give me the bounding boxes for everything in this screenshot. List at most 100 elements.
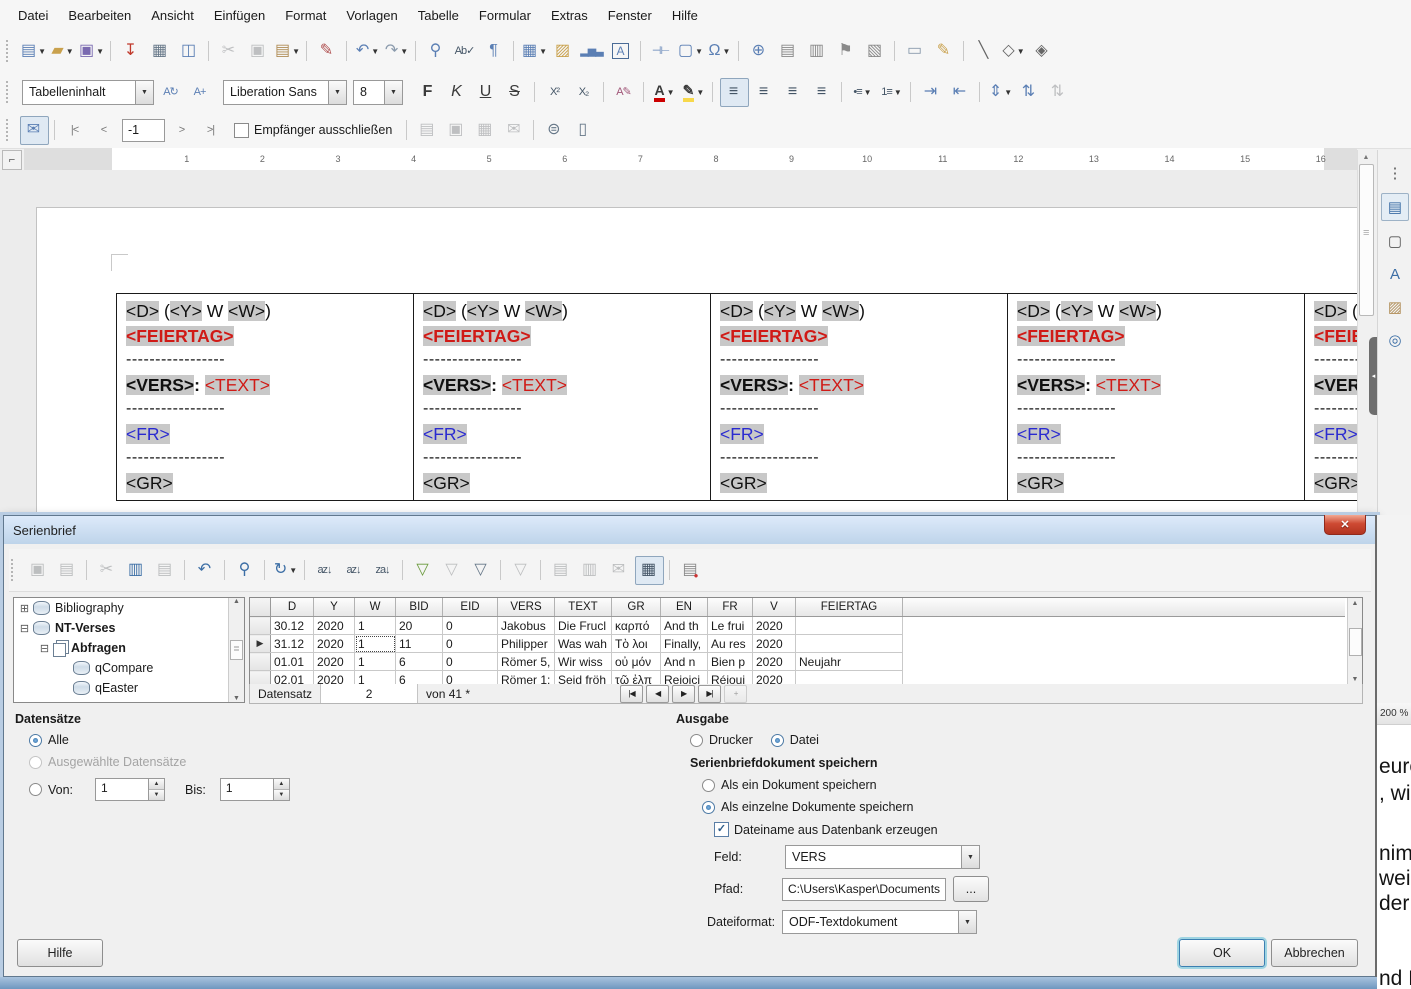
- grid-cell[interactable]: 2020: [753, 653, 796, 671]
- numbered-list-button[interactable]: 1≡ ▼: [878, 79, 905, 106]
- cut-icon[interactable]: ✂: [216, 38, 243, 65]
- symbol-shapes-icon[interactable]: ◈: [1029, 38, 1056, 65]
- toolbar-grip[interactable]: [6, 40, 14, 62]
- para-space-increase-button[interactable]: ⇅: [1016, 79, 1043, 106]
- field-feiertag[interactable]: <FEIERTAG>: [1017, 326, 1125, 346]
- print-merged-documents-icon[interactable]: ▦: [472, 117, 499, 144]
- grid-cell[interactable]: 0: [443, 653, 498, 671]
- decrease-indent-button[interactable]: ⇤: [947, 79, 974, 106]
- grid-cell[interactable]: 2020: [314, 617, 355, 635]
- field-d[interactable]: <D>: [423, 301, 456, 321]
- spin-up-icon[interactable]: ▲: [149, 779, 164, 790]
- tree-expander-icon[interactable]: ⊞: [18, 602, 31, 615]
- tree-item-nt-verses[interactable]: ⊟ NT-Verses: [14, 618, 244, 638]
- data-to-fields-icon[interactable]: ▥: [577, 557, 604, 584]
- open-icon[interactable]: ▰ ▼: [49, 38, 76, 65]
- dropdown-button[interactable]: ▼: [135, 81, 153, 104]
- grid-cell[interactable]: Au res: [708, 635, 753, 653]
- field-w[interactable]: <W>: [822, 301, 859, 321]
- save-icon[interactable]: ▣ ▼: [78, 38, 105, 65]
- tree-item-bibliography[interactable]: ⊞ Bibliography: [14, 598, 244, 618]
- grid-cell[interactable]: 31.12: [271, 635, 314, 653]
- save-merged-documents-icon[interactable]: ▣: [443, 117, 470, 144]
- current-document-icon[interactable]: ▯: [570, 117, 597, 144]
- grid-cell[interactable]: οὐ μόν: [612, 653, 661, 671]
- grid-cell[interactable]: Finally,: [661, 635, 708, 653]
- tab-stop-selector[interactable]: ⌐: [2, 150, 22, 170]
- grid-row[interactable]: 01.012020160Römer 5,Wir wissοὐ μόνAnd nB…: [250, 653, 1345, 671]
- align-right-button[interactable]: ≡: [780, 79, 807, 106]
- exclude-recipient-checkbox[interactable]: [234, 123, 249, 138]
- basic-shapes-icon[interactable]: ◇ ▼: [1000, 38, 1027, 65]
- toolbar-grip[interactable]: [11, 559, 19, 581]
- insert-footnote-icon[interactable]: ▤: [775, 38, 802, 65]
- dateiformat-combo[interactable]: ODF-Textdokument ▼: [782, 910, 977, 934]
- spinner-buttons[interactable]: ▲▼: [148, 779, 164, 800]
- copy-icon[interactable]: ▥: [123, 557, 150, 584]
- update-style-icon[interactable]: A↻: [158, 79, 185, 106]
- spin-down-icon[interactable]: ▼: [149, 790, 164, 800]
- font-color-icon[interactable]: A ▼: [651, 79, 678, 106]
- close-data-source-icon[interactable]: ▤: [677, 557, 704, 584]
- vertical-scrollbar[interactable]: ▲: [1357, 150, 1374, 515]
- insert-comment-icon[interactable]: ▭: [902, 38, 929, 65]
- field-w[interactable]: <W>: [228, 301, 265, 321]
- underline-button[interactable]: U: [473, 79, 500, 106]
- menu-vorlagen[interactable]: Vorlagen: [336, 3, 407, 28]
- field-vers[interactable]: <VERS>: [126, 375, 194, 395]
- bold-button[interactable]: F: [415, 79, 442, 106]
- grid-row[interactable]: ▶31.1220201110PhilipperWas wahΤὸ λοιFina…: [250, 635, 1345, 653]
- grid-cell[interactable]: 01.01: [271, 653, 314, 671]
- menu-hilfe[interactable]: Hilfe: [662, 3, 708, 28]
- grid-cell[interactable]: Bien p: [708, 653, 753, 671]
- send-email-messages-icon[interactable]: ✉: [501, 117, 528, 144]
- highlight-color-icon[interactable]: ✎ ▼: [680, 79, 707, 106]
- grid-cell[interactable]: 30.12: [271, 617, 314, 635]
- dialog-titlebar[interactable]: Serienbrief: [4, 516, 1376, 544]
- merge-table-cell[interactable]: <D> (<Y> W <W>) <FEIERTAG> -------------…: [414, 294, 711, 500]
- previous-record-button[interactable]: <: [91, 117, 118, 144]
- sidebar-gallery-icon[interactable]: ▨: [1382, 294, 1408, 320]
- field-w[interactable]: <W>: [1119, 301, 1156, 321]
- grid-cell[interactable]: Neujahr: [796, 653, 903, 671]
- field-d[interactable]: <D>: [126, 301, 159, 321]
- toolbar-grip[interactable]: [6, 119, 14, 141]
- cross-reference-icon[interactable]: ▧: [862, 38, 889, 65]
- grid-column-header[interactable]: FR: [708, 598, 753, 617]
- save-one-document-radio[interactable]: [702, 779, 715, 792]
- line-spacing-button[interactable]: ⇕ ▼: [987, 79, 1014, 106]
- pfad-input[interactable]: C:\Users\Kasper\Documents: [782, 878, 946, 901]
- sidebar-settings-icon[interactable]: ⋮: [1382, 160, 1408, 186]
- grid-cell[interactable]: 0: [443, 617, 498, 635]
- track-changes-icon[interactable]: ✎: [931, 38, 958, 65]
- spin-up-icon[interactable]: ▲: [274, 779, 289, 790]
- field-gr[interactable]: <GR>: [423, 473, 470, 493]
- grid-cell[interactable]: Wir wiss: [555, 653, 612, 671]
- tree-expander-icon[interactable]: ⊟: [38, 642, 51, 655]
- grid-column-header[interactable]: [250, 598, 271, 617]
- grid-cell[interactable]: Le frui: [708, 617, 753, 635]
- grid-column-header[interactable]: BID: [396, 598, 443, 617]
- grid-cell[interactable]: Τὸ λοι: [612, 635, 661, 653]
- undo-icon[interactable]: ↶: [192, 557, 219, 584]
- tree-expander-icon[interactable]: ⊟: [18, 622, 31, 635]
- sidebar-navigator-icon[interactable]: ◎: [1382, 327, 1408, 353]
- grid-cell[interactable]: 2020: [314, 635, 355, 653]
- paste-icon[interactable]: ▤ ▼: [274, 38, 301, 65]
- insert-field-icon[interactable]: ▢ ▼: [677, 38, 704, 65]
- save-record-icon[interactable]: ▣: [25, 557, 52, 584]
- scroll-down-icon[interactable]: ▼: [1352, 676, 1359, 683]
- field-text[interactable]: <TEXT>: [799, 375, 864, 395]
- formatting-marks-icon[interactable]: ¶: [481, 38, 508, 65]
- grid-cell[interactable]: Die Frucl: [555, 617, 612, 635]
- grid-column-header[interactable]: W: [355, 598, 396, 617]
- von-radio[interactable]: [29, 783, 42, 796]
- hyperlink-icon[interactable]: ⊕: [746, 38, 773, 65]
- field-y[interactable]: <Y>: [467, 301, 499, 321]
- close-icon[interactable]: ✕: [1324, 515, 1366, 535]
- scrollbar-thumb[interactable]: ≣: [230, 640, 243, 660]
- field-feiertag[interactable]: <FEIERTAG>: [126, 326, 234, 346]
- field-fr[interactable]: <FR>: [720, 424, 764, 444]
- undo-icon[interactable]: ↶ ▼: [354, 38, 381, 65]
- grid-column-header[interactable]: EN: [661, 598, 708, 617]
